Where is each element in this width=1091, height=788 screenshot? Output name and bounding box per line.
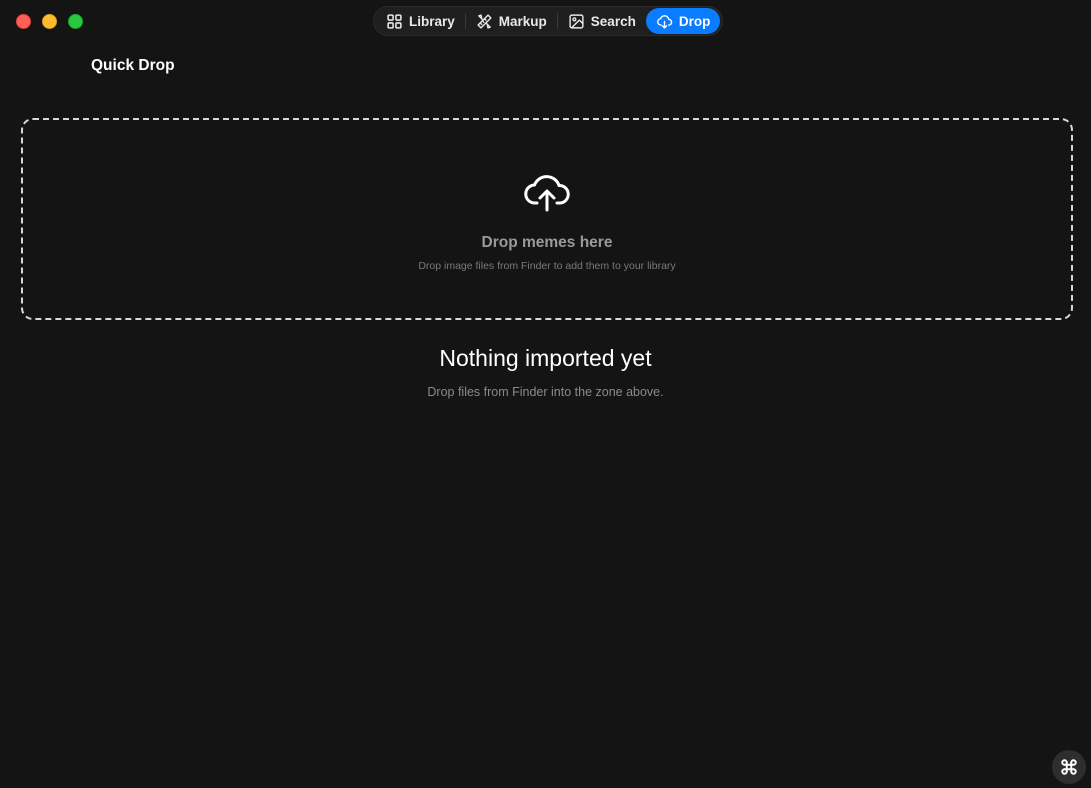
drop-zone-subtitle: Drop image files from Finder to add them… [418, 260, 676, 272]
tab-library[interactable]: Library [376, 8, 465, 34]
tab-markup[interactable]: Markup [466, 8, 557, 34]
command-button[interactable] [1052, 750, 1086, 784]
minimize-window-button[interactable] [42, 14, 57, 29]
mode-switcher: Library Markup Search Drop [373, 6, 724, 36]
tab-drop[interactable]: Drop [645, 8, 721, 34]
grid-icon [387, 13, 402, 29]
drop-zone-title: Drop memes here [481, 234, 613, 251]
cloud-download-icon [656, 14, 673, 29]
tab-search[interactable]: Search [558, 8, 646, 34]
close-window-button[interactable] [16, 14, 31, 29]
tab-search-label: Search [590, 13, 636, 29]
tab-drop-label: Drop [678, 13, 711, 29]
image-search-icon [569, 13, 584, 29]
cloud-upload-icon [524, 175, 570, 212]
pencil-ruler-icon [477, 13, 492, 29]
empty-state-title: Nothing imported yet [439, 345, 652, 371]
maximize-window-button[interactable] [68, 14, 83, 29]
drop-zone[interactable]: Drop memes here Drop image files from Fi… [21, 118, 1073, 320]
app-window: Library Markup Search Drop Quick Drop Dr… [0, 0, 1091, 788]
window-controls [16, 14, 83, 29]
tab-library-label: Library [409, 13, 455, 29]
empty-state-subtitle: Drop files from Finder into the zone abo… [427, 385, 664, 399]
tab-markup-label: Markup [498, 13, 547, 29]
command-icon [1061, 759, 1077, 775]
page-title: Quick Drop [91, 57, 175, 74]
